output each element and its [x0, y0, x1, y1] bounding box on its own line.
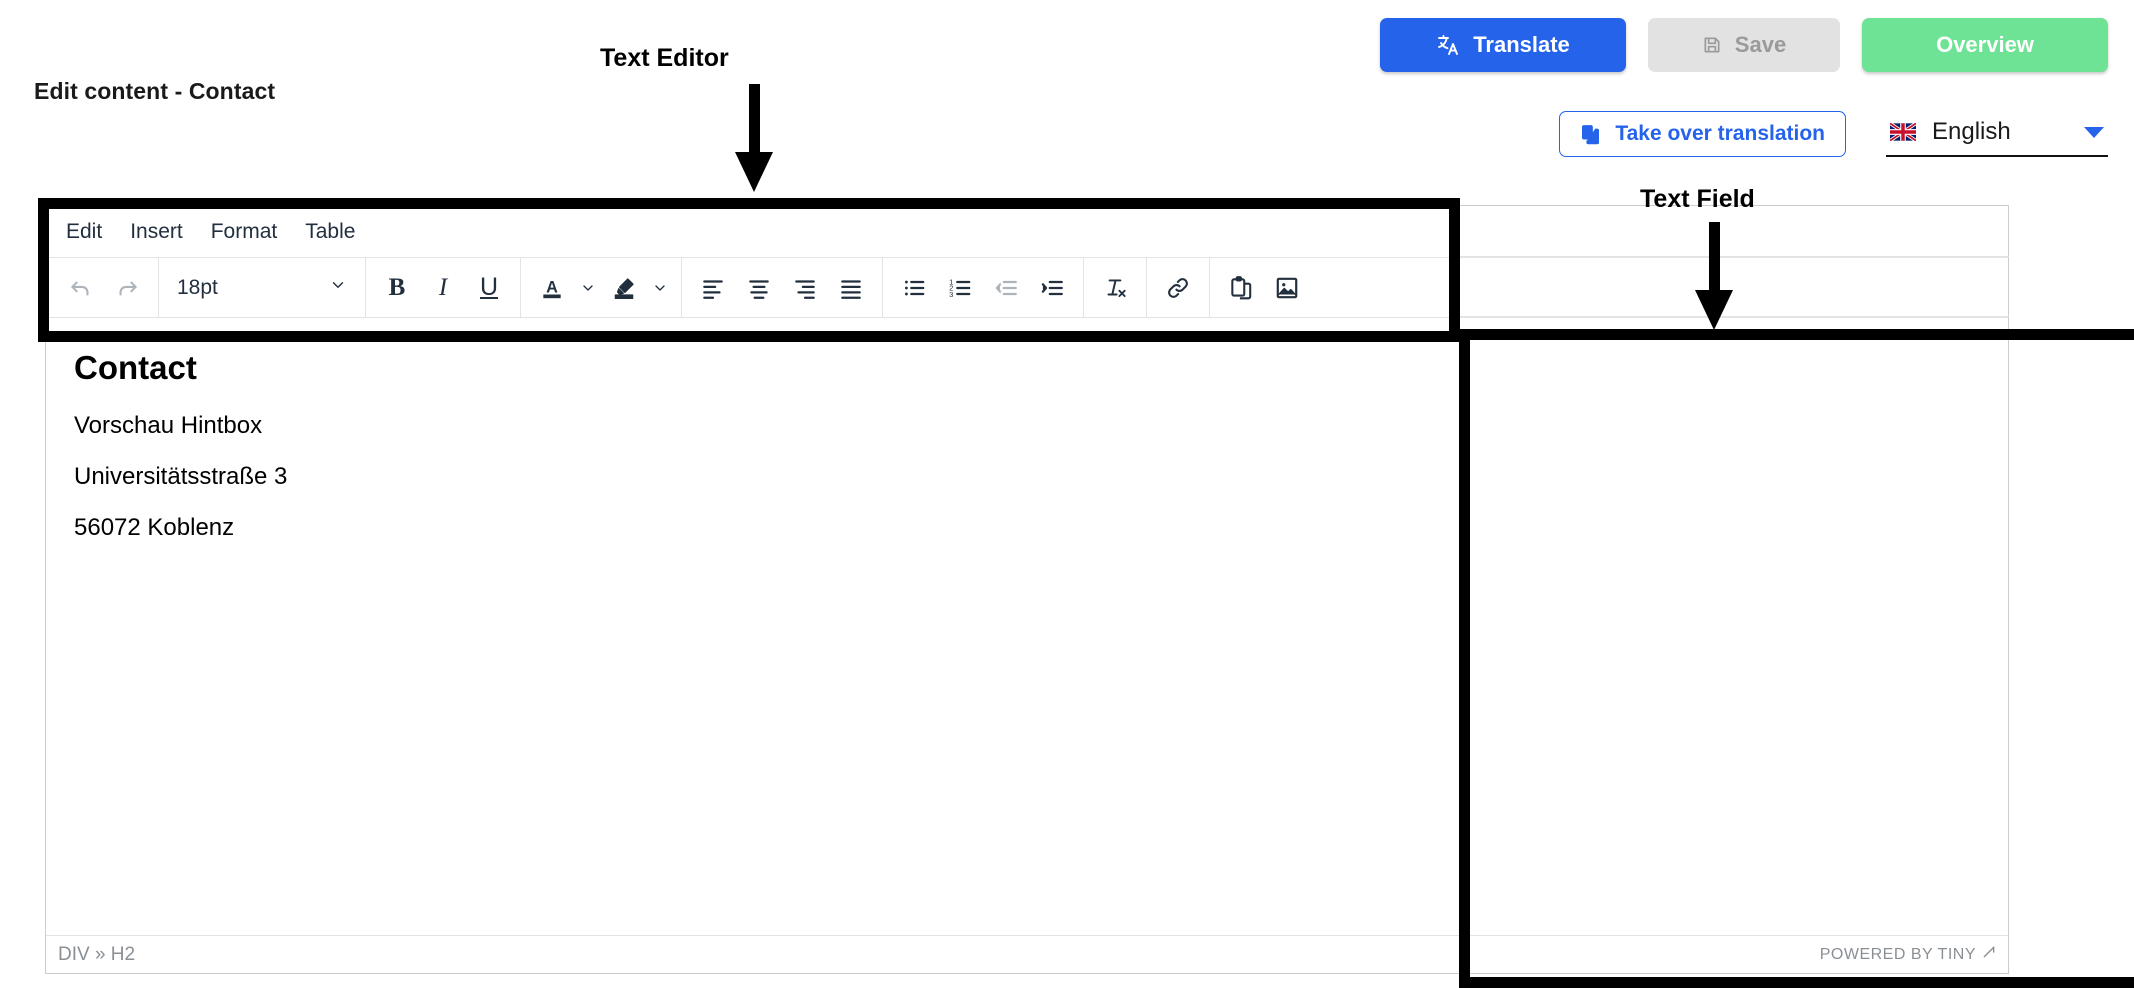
- outdent-icon[interactable]: [983, 265, 1029, 311]
- bold-icon[interactable]: B: [374, 265, 420, 311]
- fontsize-value: 18pt: [177, 275, 218, 299]
- align-justify-icon[interactable]: [828, 265, 874, 311]
- uk-flag-icon: [1890, 123, 1916, 141]
- toolbar-group-link: [1147, 258, 1209, 317]
- fontsize-select[interactable]: 18pt: [167, 265, 357, 311]
- underline-glyph: U: [479, 273, 499, 301]
- forecolor-chevron-down-icon[interactable]: [575, 265, 601, 311]
- undo-icon[interactable]: [58, 265, 104, 311]
- annotation-arrow-text-editor: [730, 84, 778, 194]
- header-action-buttons: Translate Save Overview: [1380, 18, 2108, 72]
- language-selector-value: English: [1932, 118, 2011, 145]
- menu-item-insert[interactable]: Insert: [116, 214, 197, 250]
- indent-icon[interactable]: [1029, 265, 1075, 311]
- editor-statusbar: DIV » H2 POWERED BY TINY: [46, 935, 2008, 973]
- save-button[interactable]: Save: [1648, 18, 1840, 72]
- toolbar-group-fontsize: 18pt: [159, 258, 365, 317]
- align-right-icon[interactable]: [782, 265, 828, 311]
- toolbar-group-history: [50, 258, 158, 317]
- svg-text:A: A: [546, 278, 558, 296]
- link-icon[interactable]: [1155, 265, 1201, 311]
- translate-icon: [1436, 33, 1460, 57]
- backcolor-split-button: [601, 265, 673, 311]
- content-paragraph: 56072 Koblenz: [74, 513, 235, 541]
- menu-item-edit[interactable]: Edit: [52, 214, 116, 250]
- toolbar-group-colors: A: [521, 258, 681, 317]
- numbered-list-icon[interactable]: 1 2 3: [937, 265, 983, 311]
- content-heading: Contact: [74, 349, 197, 386]
- align-center-icon[interactable]: [736, 265, 782, 311]
- highlight-color-icon[interactable]: [601, 265, 647, 311]
- svg-text:3: 3: [949, 289, 953, 298]
- chevron-down-icon[interactable]: [2084, 126, 2104, 138]
- underline-icon[interactable]: U: [466, 265, 512, 311]
- overview-button-label: Overview: [1936, 32, 2034, 57]
- save-button-label: Save: [1734, 32, 1787, 57]
- header-secondary-row: Take over translation English: [1559, 111, 2108, 157]
- backcolor-chevron-down-icon[interactable]: [647, 265, 673, 311]
- menu-item-format[interactable]: Format: [197, 214, 292, 250]
- annotation-label-text-editor: Text Editor: [600, 44, 729, 72]
- toolbar-group-insert: [1210, 258, 1318, 317]
- text-color-icon[interactable]: A: [529, 265, 575, 311]
- language-selector[interactable]: English: [1886, 111, 2108, 157]
- toolbar-group-align: [682, 258, 882, 317]
- tiny-branding[interactable]: POWERED BY TINY: [1820, 945, 1996, 964]
- translate-button-label: Translate: [1473, 32, 1570, 57]
- menu-item-table[interactable]: Table: [291, 214, 369, 250]
- translate-button[interactable]: Translate: [1380, 18, 1626, 72]
- chevron-down-icon: [329, 276, 347, 300]
- forecolor-split-button: A: [529, 265, 601, 311]
- italic-glyph: I: [438, 273, 448, 301]
- redo-icon[interactable]: [104, 265, 150, 311]
- overview-button[interactable]: Overview: [1862, 18, 2108, 72]
- save-disk-icon: [1702, 35, 1722, 55]
- take-over-translation-button[interactable]: Take over translation: [1559, 111, 1846, 157]
- annotation-arrow-text-field: [1690, 222, 1738, 332]
- remove-formatting-icon[interactable]: [1092, 265, 1138, 311]
- align-left-icon[interactable]: [690, 265, 736, 311]
- bulleted-list-icon[interactable]: [891, 265, 937, 311]
- toolbar-group-style: B I U: [366, 258, 520, 317]
- paste-icon[interactable]: [1218, 265, 1264, 311]
- annotation-label-text-field: Text Field: [1640, 185, 1755, 213]
- element-path[interactable]: DIV » H2: [58, 944, 135, 966]
- content-paragraph: Vorschau Hintbox: [74, 412, 263, 440]
- italic-icon[interactable]: I: [420, 265, 466, 311]
- editor-content-area[interactable]: Contact Vorschau Hintbox Universitätsstr…: [46, 318, 2008, 935]
- toolbar-group-removeformat: [1084, 258, 1146, 317]
- image-icon[interactable]: [1264, 265, 1310, 311]
- toolbar-group-lists: 1 2 3: [883, 258, 1083, 317]
- page-title: Edit content - Contact: [34, 78, 276, 104]
- take-over-translation-label: Take over translation: [1615, 122, 1825, 145]
- tiny-logo-icon: [1982, 945, 1996, 964]
- copy-icon: [1580, 124, 1601, 145]
- tiny-branding-label: POWERED BY TINY: [1819, 945, 1976, 963]
- bold-glyph: B: [388, 273, 406, 301]
- app-root: Edit content - Contact Translate Save Ov…: [0, 0, 2134, 988]
- content-paragraph: Universitätsstraße 3: [74, 463, 288, 491]
